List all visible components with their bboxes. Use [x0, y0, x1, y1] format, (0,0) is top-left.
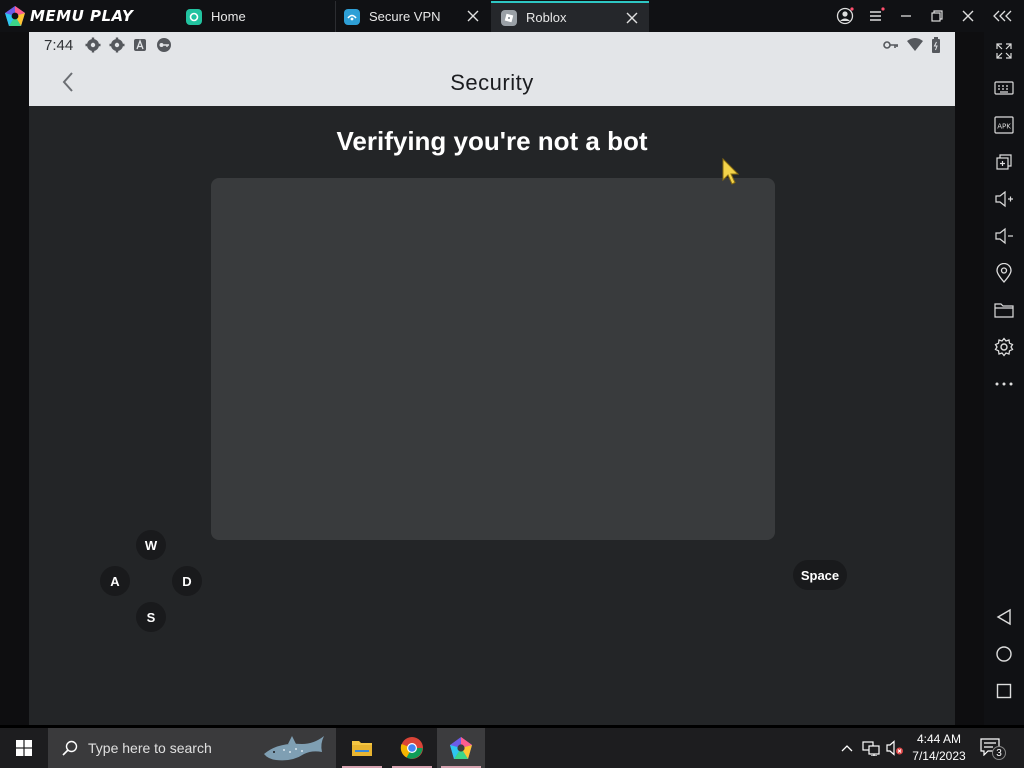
memu-brand-text: MEMU PLAY	[30, 7, 134, 25]
keymap-a[interactable]: A	[100, 566, 130, 596]
windows-start-icon[interactable]	[0, 728, 48, 768]
menu-icon[interactable]	[866, 6, 886, 26]
vpn-key-icon	[157, 38, 172, 52]
app-bar: Security	[29, 58, 955, 106]
taskbar-search-box[interactable]: Type here to search	[48, 728, 336, 768]
android-status-bar: 7:44	[29, 32, 955, 58]
minimize-icon[interactable]	[896, 6, 916, 26]
search-placeholder: Type here to search	[88, 740, 212, 756]
taskbar-clock[interactable]: 4:44 AM 7/14/2023	[906, 731, 972, 765]
tab-home[interactable]: Home	[178, 1, 334, 32]
more-icon[interactable]	[993, 373, 1015, 395]
keymap-s[interactable]: S	[136, 602, 166, 632]
restore-icon[interactable]	[927, 6, 947, 26]
close-window-icon[interactable]	[958, 6, 978, 26]
android-recents-icon[interactable]	[993, 680, 1015, 702]
collapse-sidebar-icon[interactable]	[993, 6, 1013, 26]
tab-label: Secure VPN	[369, 9, 441, 24]
tab-roblox[interactable]: Roblox	[491, 1, 649, 32]
status-icons	[85, 37, 173, 53]
keymap-d[interactable]: D	[172, 566, 202, 596]
volume-up-icon[interactable]	[993, 188, 1015, 210]
memu-brand: MEMU PLAY	[4, 5, 133, 27]
clock-time: 4:44 AM	[916, 732, 962, 746]
fullscreen-icon[interactable]	[993, 40, 1015, 62]
search-icon	[62, 740, 78, 756]
whale-shark-icon	[264, 736, 324, 761]
apk-label: APK	[997, 123, 1011, 131]
key-icon	[883, 41, 898, 49]
folder-icon[interactable]	[993, 299, 1015, 321]
android-home-icon[interactable]	[993, 643, 1015, 665]
memu-home-icon	[186, 8, 202, 25]
memu-logo-icon	[5, 6, 25, 26]
close-tab-icon[interactable]	[466, 9, 480, 23]
chrome-icon[interactable]	[388, 728, 436, 768]
right-gutter	[955, 32, 984, 725]
volume-muted-icon[interactable]	[884, 728, 906, 768]
page-title: Security	[450, 70, 534, 95]
apk-icon[interactable]: APK	[993, 114, 1015, 136]
verify-heading: Verifying you're not a bot	[336, 126, 648, 156]
android-screen[interactable]: 7:44 Security Verifying you're not a bot…	[29, 32, 955, 725]
memu-sidebar: APK	[984, 32, 1024, 725]
captcha-panel[interactable]	[211, 178, 775, 540]
tab-label: Home	[211, 9, 246, 24]
mouse-cursor-icon	[722, 158, 740, 185]
a-badge-icon	[134, 39, 147, 51]
memu-taskbar-icon[interactable]	[437, 728, 485, 768]
clock-date: 7/14/2023	[912, 749, 966, 763]
tab-label: Roblox	[526, 10, 567, 25]
vpn-app-icon	[344, 8, 360, 25]
android-back-icon[interactable]	[993, 606, 1015, 628]
settings-icon[interactable]	[993, 336, 1015, 358]
close-tab-icon[interactable]	[625, 11, 639, 25]
file-explorer-icon[interactable]	[338, 728, 386, 768]
notification-count-badge: 3	[992, 746, 1006, 760]
location-icon[interactable]	[993, 262, 1015, 284]
network-icon[interactable]	[860, 728, 882, 768]
account-icon[interactable]	[835, 6, 855, 26]
status-right-icons	[883, 37, 941, 53]
battery-icon	[932, 37, 940, 53]
roblox-icon	[501, 9, 517, 26]
settings-icon	[85, 37, 101, 53]
keymap-w[interactable]: W	[136, 530, 166, 560]
wifi-icon	[907, 38, 923, 51]
tray-chevron-up-icon[interactable]	[838, 728, 856, 768]
settings-icon	[109, 37, 125, 53]
status-time: 7:44	[44, 36, 74, 54]
windows-taskbar: Type here to search 4:44 AM 7/14/2023 3	[0, 728, 1024, 768]
notification-center-icon[interactable]: 3	[978, 736, 1006, 760]
tab-secure-vpn[interactable]: Secure VPN	[335, 1, 490, 32]
multi-window-icon[interactable]	[993, 151, 1015, 173]
volume-down-icon[interactable]	[993, 225, 1015, 247]
memu-title-bar: MEMU PLAY Home Secure VPN Roblox	[0, 0, 1024, 32]
keymap-space[interactable]: Space	[793, 560, 847, 590]
left-gutter	[0, 32, 29, 725]
keyboard-icon[interactable]	[993, 77, 1015, 99]
